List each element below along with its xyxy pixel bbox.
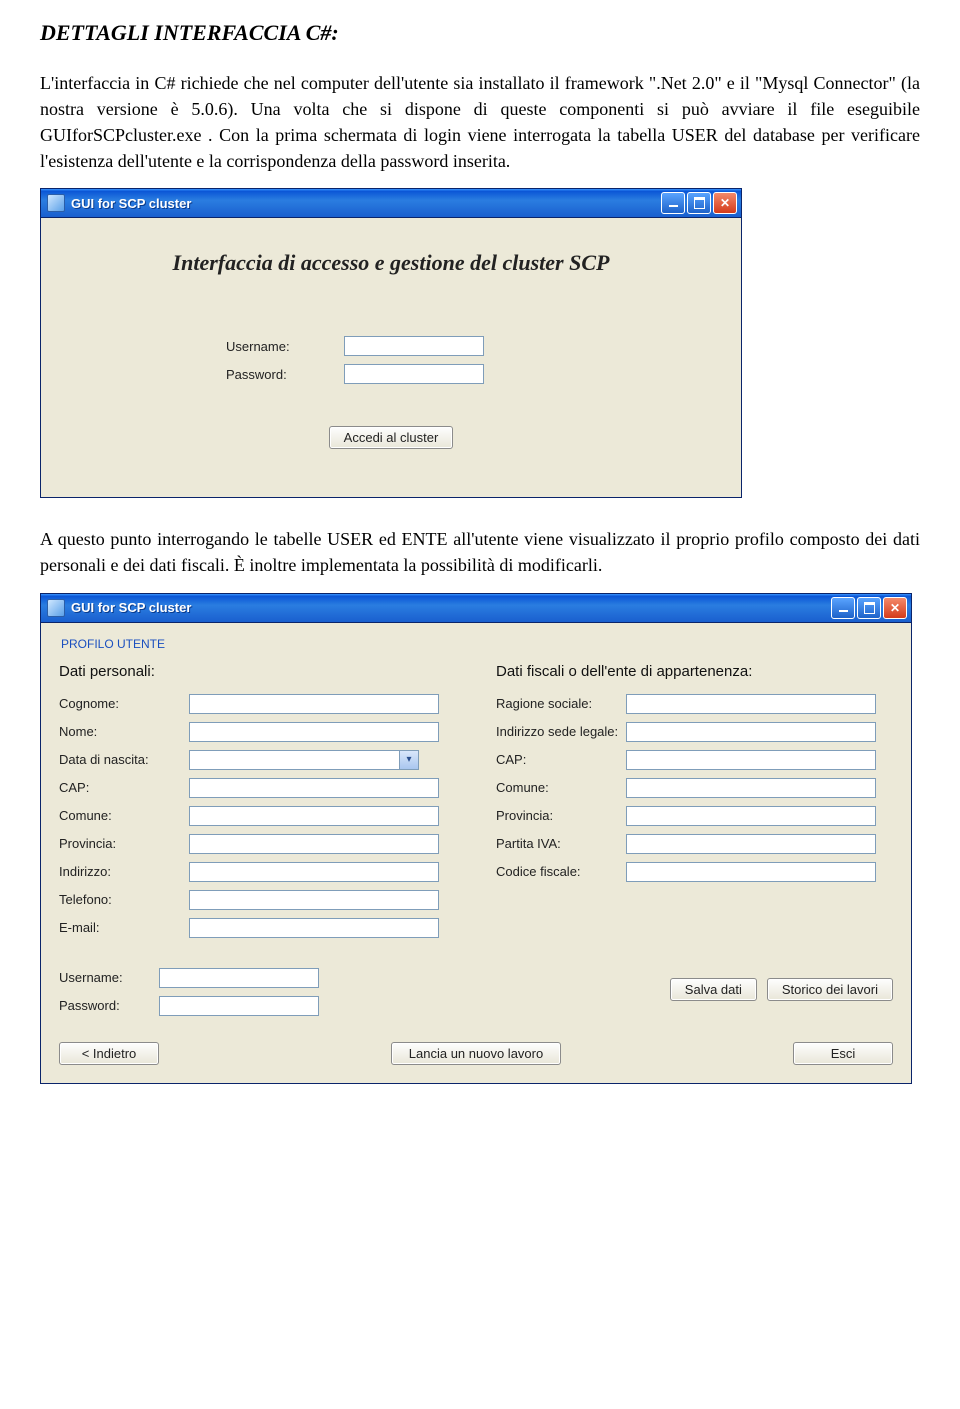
login-heading: Interfaccia di accesso e gestione del cl…	[59, 250, 723, 276]
profile-section-caption: PROFILO UTENTE	[61, 637, 893, 651]
piva-label: Partita IVA:	[496, 836, 626, 851]
cf-input[interactable]	[626, 862, 876, 882]
cognome-label: Cognome:	[59, 696, 189, 711]
dob-label: Data di nascita:	[59, 752, 189, 767]
password-input[interactable]	[344, 364, 484, 384]
app-icon	[47, 194, 65, 212]
doc-heading: DETTAGLI INTERFACCIA C#:	[40, 20, 920, 46]
dob-select[interactable]: ▾	[189, 750, 419, 770]
login-button[interactable]: Accedi al cluster	[329, 426, 454, 449]
maximize-icon[interactable]	[687, 192, 711, 214]
nome-label: Nome:	[59, 724, 189, 739]
chevron-down-icon[interactable]: ▾	[399, 751, 418, 769]
comune-input[interactable]	[189, 806, 439, 826]
profile-window: GUI for SCP cluster ✕ PROFILO UTENTE Dat…	[40, 593, 912, 1084]
cred-password-label: Password:	[59, 998, 159, 1013]
fprovincia-label: Provincia:	[496, 808, 626, 823]
maximize-icon[interactable]	[857, 597, 881, 619]
provincia-label: Provincia:	[59, 836, 189, 851]
cap-input[interactable]	[189, 778, 439, 798]
fcap-label: CAP:	[496, 752, 626, 767]
titlebar[interactable]: GUI for SCP cluster ✕	[41, 189, 741, 218]
ragione-input[interactable]	[626, 694, 876, 714]
exit-button[interactable]: Esci	[793, 1042, 893, 1065]
cognome-input[interactable]	[189, 694, 439, 714]
cf-label: Codice fiscale:	[496, 864, 626, 879]
sede-input[interactable]	[626, 722, 876, 742]
doc-paragraph-1: L'interfaccia in C# richiede che nel com…	[40, 70, 920, 174]
email-input[interactable]	[189, 918, 439, 938]
app-icon	[47, 599, 65, 617]
back-button[interactable]: < Indietro	[59, 1042, 159, 1065]
username-input[interactable]	[344, 336, 484, 356]
telefono-label: Telefono:	[59, 892, 189, 907]
username-label: Username:	[226, 339, 344, 354]
provincia-input[interactable]	[189, 834, 439, 854]
login-window: GUI for SCP cluster ✕ Interfaccia di acc…	[40, 188, 742, 498]
cred-username-label: Username:	[59, 970, 159, 985]
fcomune-label: Comune:	[496, 780, 626, 795]
indirizzo-label: Indirizzo:	[59, 864, 189, 879]
doc-paragraph-2: A questo punto interrogando le tabelle U…	[40, 526, 920, 578]
window-title: GUI for SCP cluster	[71, 600, 829, 615]
fcomune-input[interactable]	[626, 778, 876, 798]
dob-input[interactable]	[189, 750, 419, 770]
titlebar[interactable]: GUI for SCP cluster ✕	[41, 594, 911, 623]
password-label: Password:	[226, 367, 344, 382]
personal-heading: Dati personali:	[59, 663, 456, 680]
comune-label: Comune:	[59, 808, 189, 823]
sede-label: Indirizzo sede legale:	[496, 724, 626, 739]
nome-input[interactable]	[189, 722, 439, 742]
email-label: E-mail:	[59, 920, 189, 935]
cred-username-input[interactable]	[159, 968, 319, 988]
fiscal-heading: Dati fiscali o dell'ente di appartenenza…	[496, 663, 893, 680]
close-icon[interactable]: ✕	[883, 597, 907, 619]
fprovincia-input[interactable]	[626, 806, 876, 826]
fcap-input[interactable]	[626, 750, 876, 770]
cred-password-input[interactable]	[159, 996, 319, 1016]
telefono-input[interactable]	[189, 890, 439, 910]
ragione-label: Ragione sociale:	[496, 696, 626, 711]
window-title: GUI for SCP cluster	[71, 196, 659, 211]
close-icon[interactable]: ✕	[713, 192, 737, 214]
save-button[interactable]: Salva dati	[670, 978, 757, 1001]
history-button[interactable]: Storico dei lavori	[767, 978, 893, 1001]
minimize-icon[interactable]	[661, 192, 685, 214]
minimize-icon[interactable]	[831, 597, 855, 619]
indirizzo-input[interactable]	[189, 862, 439, 882]
piva-input[interactable]	[626, 834, 876, 854]
launch-button[interactable]: Lancia un nuovo lavoro	[391, 1042, 561, 1065]
cap-label: CAP:	[59, 780, 189, 795]
